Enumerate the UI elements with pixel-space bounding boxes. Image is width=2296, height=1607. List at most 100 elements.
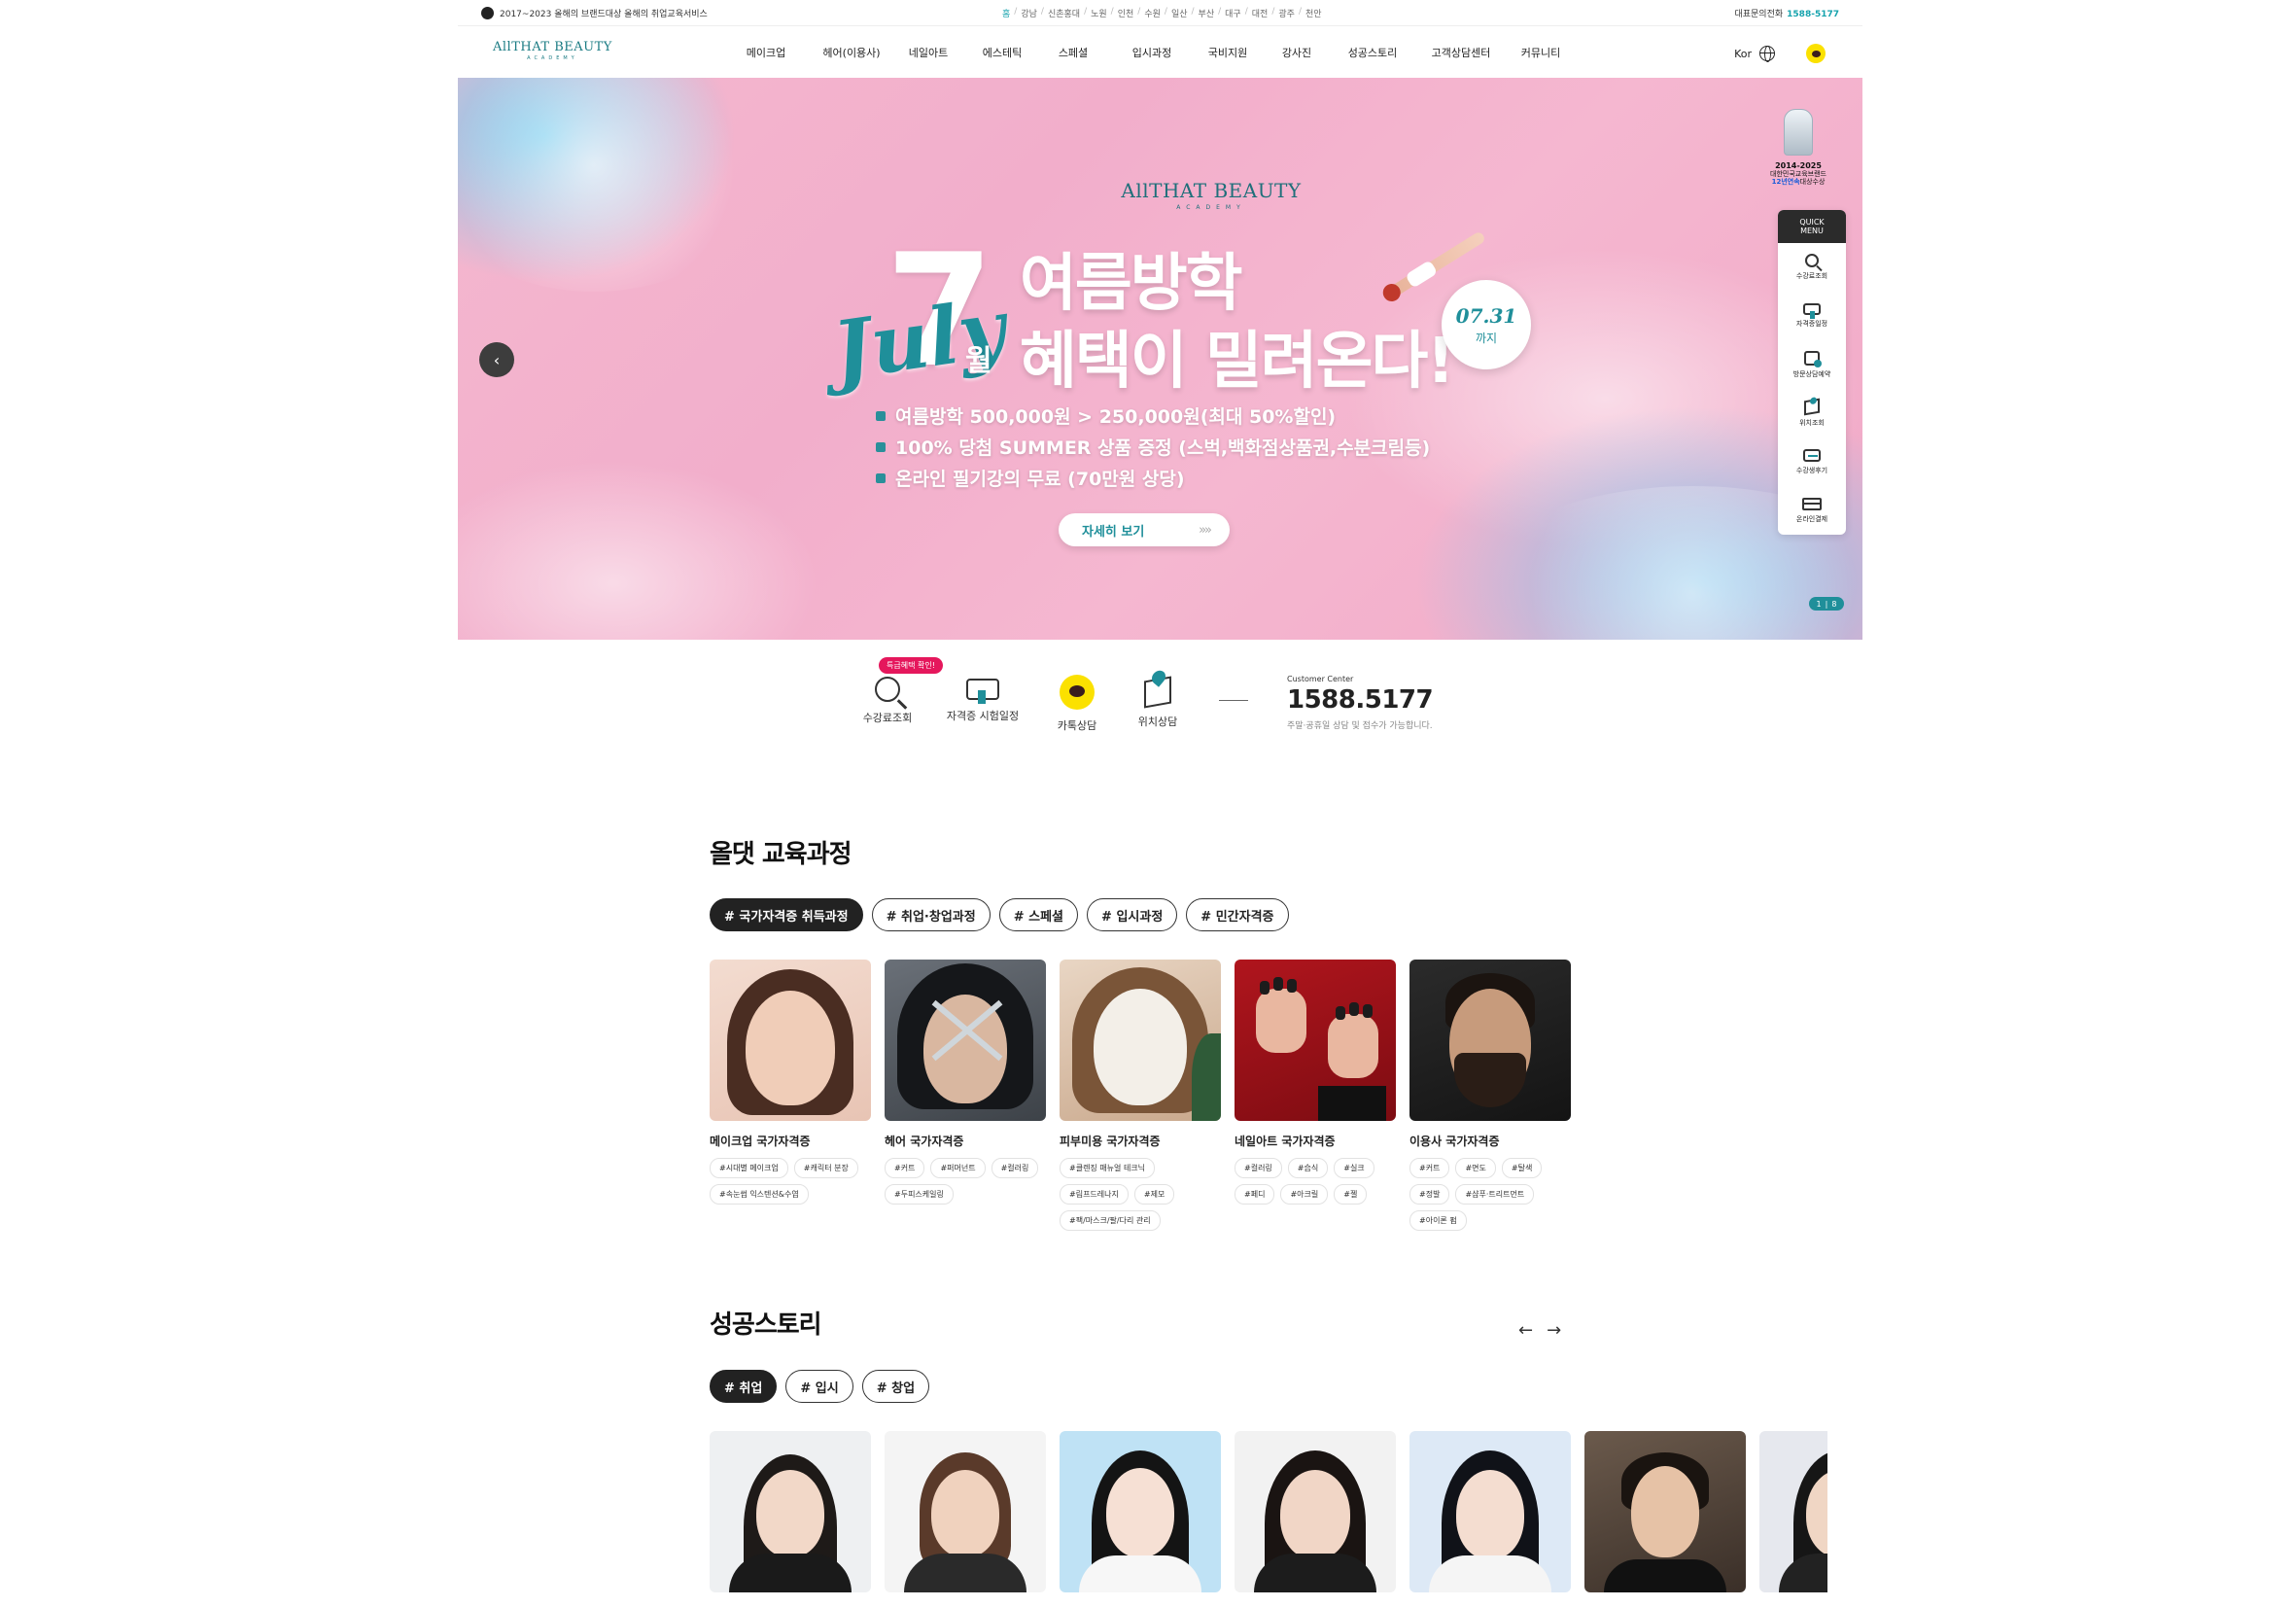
phone-number: 1588-5177	[1787, 9, 1839, 19]
course-card-hair[interactable]: 헤어 국가자격증 #커트 #퍼머넌트 #컬러링 #두피스케일링	[885, 960, 1046, 1231]
slider-prev-button[interactable]: ‹	[479, 342, 514, 377]
branch-link[interactable]: 천안	[1302, 7, 1326, 19]
hero-benefits: 여름방학 500,000원 > 250,000원(최대 50%할인) 100% …	[876, 402, 1430, 496]
branch-links: 홈 / 강남 / 신촌홍대 / 노원 / 인천 / 수원 / 일산 / 부산 / 대구 / 대전 /…	[998, 7, 1326, 19]
map-icon	[1144, 676, 1171, 709]
branch-link[interactable]: 노원	[1087, 7, 1111, 19]
benefit-item: 여름방학 500,000원 > 250,000원(최대 50%할인)	[876, 402, 1430, 429]
branch-link[interactable]: 강남	[1017, 7, 1041, 19]
story-tabs: # 취업 # 입시 # 창업	[710, 1370, 930, 1403]
story-card[interactable]	[1060, 1431, 1221, 1592]
tab-national-cert[interactable]: # 국가자격증 취득과정	[710, 898, 863, 931]
course-tags: #커트 #면도 #탈색 #정발 #샴푸·트리트먼트 #아이론 펌	[1409, 1158, 1571, 1231]
hero-headline-2: 혜택이 밀려온다!	[1020, 326, 1455, 398]
quick-visit-booking[interactable]: 방문상담예약	[1778, 340, 1846, 389]
quick-location[interactable]: 위치조회	[1778, 389, 1846, 437]
courses-title: 올댓 교육과정	[710, 840, 852, 869]
slider-pager: 1 | 8	[1809, 597, 1844, 611]
course-name: 피부미용 국가자격증	[1060, 1135, 1161, 1148]
nav-entrance[interactable]: 입시과정	[1130, 45, 1174, 60]
branch-link-home[interactable]: 홈	[998, 7, 1014, 19]
course-name: 메이크업 국가자격증	[710, 1135, 811, 1148]
tab-special[interactable]: # 스페셜	[998, 898, 1079, 931]
tab-private-cert[interactable]: # 민간자격증	[1186, 898, 1289, 931]
service-cert-schedule[interactable]: 자격증 시험일정	[939, 657, 1026, 723]
tab-entrance[interactable]: # 입시	[785, 1370, 853, 1403]
course-image-nail	[1235, 960, 1396, 1121]
story-card[interactable]	[1759, 1431, 1827, 1592]
service-location[interactable]: 위치상담	[1114, 657, 1201, 729]
branch-link[interactable]: 신촌홍대	[1044, 7, 1084, 19]
branch-link[interactable]: 대전	[1248, 7, 1272, 19]
nav-nail[interactable]: 네일아트	[906, 45, 951, 60]
site-logo[interactable]: AllTHAT BEAUTY ACADEMY	[493, 40, 612, 61]
course-image-barber	[1409, 960, 1571, 1121]
story-card[interactable]	[710, 1431, 871, 1592]
branch-link[interactable]: 인천	[1114, 7, 1138, 19]
customer-center-number[interactable]: 1588.5177	[1287, 685, 1434, 715]
course-card-skincare[interactable]: 피부미용 국가자격증 #클렌징 매뉴얼 테크닉 #림프드레나지 #제모 #팩/마…	[1060, 960, 1221, 1231]
quick-menu: QUICK MENU 수강료조회 자격증일정 방문상담예약 위치조회 수강생후기…	[1778, 210, 1846, 536]
award-years: 2014-2025	[1775, 161, 1822, 170]
kakao-chat-icon[interactable]	[1806, 44, 1826, 63]
language-selector[interactable]: Kor	[1734, 46, 1775, 62]
quick-fee-lookup[interactable]: 수강료조회	[1778, 243, 1846, 292]
quick-cert-schedule[interactable]: 자격증일정	[1778, 292, 1846, 340]
nav-special[interactable]: 스페셜	[1056, 45, 1091, 60]
course-card-makeup[interactable]: 메이크업 국가자격증 #시대별 메이크업 #캐릭터 분장 #속눈썹 익스텐션&수…	[710, 960, 871, 1231]
tab-employment[interactable]: # 취업·창업과정	[871, 898, 991, 931]
pager-divider: |	[1825, 599, 1828, 609]
story-card[interactable]	[1409, 1431, 1571, 1592]
kakao-icon	[1060, 675, 1095, 710]
nav-esthetic[interactable]: 에스테틱	[980, 45, 1025, 60]
certificate-icon	[966, 679, 999, 704]
award-notice: 2017~2023 올해의 브랜드대상 올해의 취업교육서비스	[481, 6, 708, 19]
course-tags: #시대별 메이크업 #캐릭터 분장 #속눈썹 익스텐션&수염	[710, 1158, 871, 1205]
nav-government[interactable]: 국비지원	[1205, 45, 1250, 60]
top-bar: 2017~2023 올해의 브랜드대상 올해의 취업교육서비스 홈 / 강남 / 신…	[458, 0, 1862, 25]
arrow-left-icon[interactable]: ←	[1518, 1320, 1533, 1341]
course-list: 메이크업 국가자격증 #시대별 메이크업 #캐릭터 분장 #속눈썹 익스텐션&수…	[710, 960, 1571, 1231]
course-card-barber[interactable]: 이용사 국가자격증 #커트 #면도 #탈색 #정발 #샴푸·트리트먼트 #아이론…	[1409, 960, 1571, 1231]
course-tabs: # 국가자격증 취득과정 # 취업·창업과정 # 스페셜 # 입시과정 # 민간…	[710, 898, 1289, 931]
nav-instructors[interactable]: 강사진	[1279, 45, 1314, 60]
nav-success-story[interactable]: 성공스토리	[1345, 45, 1400, 60]
story-card[interactable]	[1584, 1431, 1746, 1592]
course-image-hair	[885, 960, 1046, 1121]
tab-entrance[interactable]: # 입시과정	[1087, 898, 1178, 931]
nav-community[interactable]: 커뮤니티	[1518, 45, 1563, 60]
nav-makeup[interactable]: 메이크업	[737, 45, 795, 60]
course-card-nail[interactable]: 네일아트 국가자격증 #컬러링 #습식 #실크 #페디 #아크릴 #젤	[1235, 960, 1396, 1231]
course-image-makeup	[710, 960, 871, 1121]
main-header: AllTHAT BEAUTY ACADEMY 메이크업 헤어(이용사) 네일아트…	[458, 25, 1862, 78]
story-card[interactable]	[1235, 1431, 1396, 1592]
stories-title: 성공스토리	[710, 1310, 822, 1340]
hero-more-button[interactable]: 자세히 보기 »»	[1059, 513, 1230, 546]
stories-nav: ← →	[1518, 1320, 1561, 1341]
branch-link[interactable]: 수원	[1140, 7, 1165, 19]
double-chevron-icon: »»	[1199, 522, 1212, 538]
top-phone[interactable]: 대표문의전화 1588-5177	[1734, 7, 1839, 19]
story-card[interactable]	[885, 1431, 1046, 1592]
tab-startup[interactable]: # 창업	[861, 1370, 930, 1403]
hero-logo-sub: ACADEMY	[1176, 204, 1246, 211]
quick-online-payment[interactable]: 온라인결제	[1778, 486, 1846, 535]
trophy-icon	[1784, 109, 1813, 156]
hero-month-suffix: 월	[965, 344, 992, 378]
service-fee-lookup[interactable]: 수강료조회	[844, 657, 931, 725]
nav-customer-center[interactable]: 고객상담센터	[1429, 45, 1493, 60]
arrow-right-icon[interactable]: →	[1547, 1320, 1561, 1341]
quick-reviews[interactable]: 수강생후기	[1778, 437, 1846, 486]
map-icon	[1804, 398, 1820, 416]
nav-hair[interactable]: 헤어(이용사)	[822, 45, 881, 60]
branch-link[interactable]: 광주	[1274, 7, 1299, 19]
course-name: 헤어 국가자격증	[885, 1135, 964, 1148]
branch-link[interactable]: 대구	[1221, 7, 1245, 19]
customer-center-label: Customer Center	[1287, 675, 1354, 683]
branch-link[interactable]: 일산	[1167, 7, 1192, 19]
service-kakao-chat[interactable]: 카톡상담	[1033, 657, 1121, 733]
tab-employment[interactable]: # 취업	[710, 1370, 778, 1403]
deadline-badge: 07.31 까지	[1442, 280, 1531, 369]
branch-link[interactable]: 부산	[1195, 7, 1219, 19]
divider	[1219, 700, 1248, 701]
